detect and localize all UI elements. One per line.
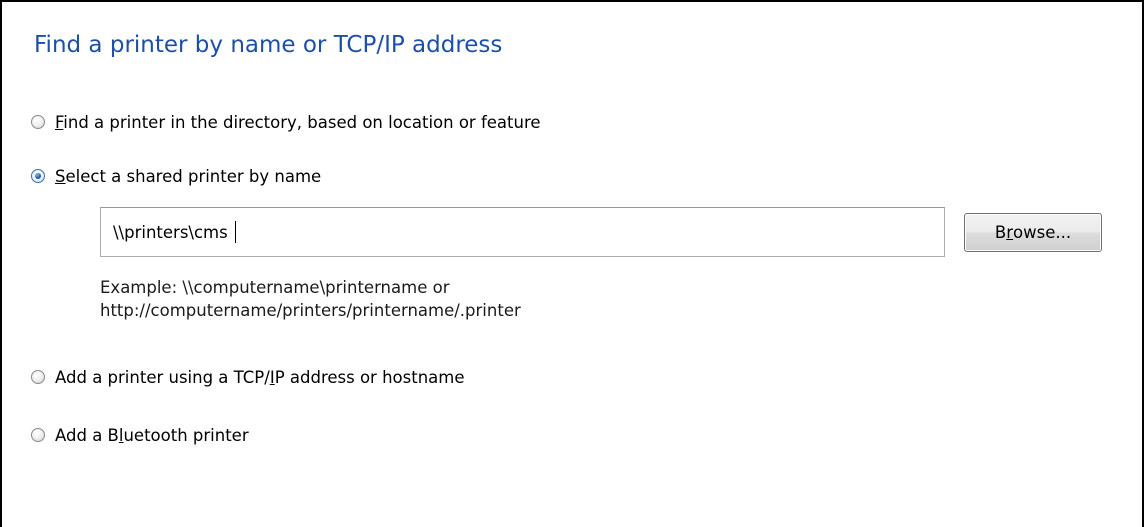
radio-button-unchecked-icon[interactable] [31,370,45,384]
example-line-2: http://computername/printers/printername… [100,301,521,320]
option-label: Select a shared printer by name [55,166,322,186]
radio-select-shared-printer[interactable]: Select a shared printer by name [31,164,321,188]
printer-name-input[interactable]: \\printers\cms [100,207,945,257]
text-caret [234,221,236,243]
option-label: Add a Bluetooth printer [55,425,249,445]
radio-button-unchecked-icon[interactable] [31,115,45,129]
option-label: Find a printer in the directory, based o… [55,112,541,132]
example-line-1: Example: \\computername\printername or [100,278,450,297]
example-text: Example: \\computername\printername or h… [100,276,521,322]
page-title: Find a printer by name or TCP/IP address [34,32,503,58]
radio-add-tcpip-printer[interactable]: Add a printer using a TCP/IP address or … [31,365,465,389]
radio-find-in-directory[interactable]: Find a printer in the directory, based o… [31,110,541,134]
radio-button-checked-icon[interactable] [31,169,45,183]
printer-name-value: \\printers\cms [113,222,233,242]
radio-button-unchecked-icon[interactable] [31,428,45,442]
option-label: Add a printer using a TCP/IP address or … [55,367,465,387]
radio-add-bluetooth-printer[interactable]: Add a Bluetooth printer [31,423,249,447]
browse-button[interactable]: Br owse... [964,213,1102,252]
add-printer-dialog: Find a printer by name or TCP/IP address… [0,0,1144,527]
